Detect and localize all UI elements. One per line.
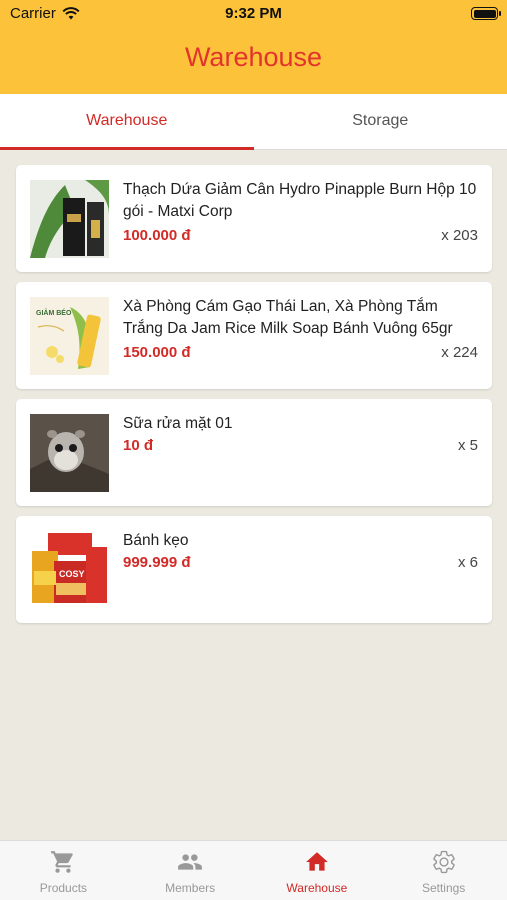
product-name: Bánh kẹo — [123, 532, 189, 549]
tab-storage[interactable]: Storage — [254, 94, 507, 149]
product-quantity: x 6 — [457, 554, 478, 571]
svg-text:COSY: COSY — [59, 569, 85, 579]
product-image: GIẢM BÉO — [30, 297, 109, 375]
product-price: 10 đ — [123, 437, 154, 454]
nav-products[interactable]: Products — [0, 841, 127, 900]
battery-icon — [471, 7, 501, 20]
product-name: Thạch Dứa Giảm Cân Hydro Pinapple Burn H… — [123, 181, 477, 220]
product-quantity: x 5 — [457, 437, 478, 454]
product-image — [30, 414, 109, 492]
product-price: 150.000 đ — [123, 344, 191, 361]
header-bar: Carrier 9:32 PM Warehouse — [0, 0, 507, 94]
clock: 9:32 PM — [225, 5, 282, 22]
tab-warehouse[interactable]: Warehouse — [0, 94, 254, 150]
people-icon — [178, 854, 203, 870]
list-item[interactable]: Thạch Dứa Giảm Cân Hydro Pinapple Burn H… — [16, 165, 492, 272]
nav-members[interactable]: Members — [127, 841, 254, 900]
product-quantity: x 203 — [441, 227, 478, 244]
svg-text:GIẢM BÉO: GIẢM BÉO — [36, 308, 72, 317]
product-image — [30, 180, 109, 258]
product-image: COSY — [30, 531, 109, 609]
bottom-tab-bar: Products Members Warehouse Settings — [0, 840, 507, 900]
product-quantity: x 224 — [441, 344, 478, 361]
nav-label: Members — [165, 881, 216, 895]
page-title: Warehouse — [184, 42, 323, 72]
product-name: Sữa rửa mặt 01 — [123, 415, 233, 432]
cart-icon — [51, 851, 74, 873]
product-list: Thạch Dứa Giảm Cân Hydro Pinapple Burn H… — [16, 165, 492, 633]
tab-bar: Warehouse Storage — [0, 94, 507, 150]
product-name: Xà Phòng Cám Gạo Thái Lan, Xà Phòng Tắm … — [123, 298, 453, 337]
home-icon — [306, 852, 328, 871]
nav-warehouse[interactable]: Warehouse — [254, 841, 381, 900]
nav-settings[interactable]: Settings — [380, 841, 507, 900]
list-item[interactable]: GIẢM BÉO Xà Phòng Cám Gạo Thái Lan, Xà P… — [16, 282, 492, 389]
product-price: 100.000 đ — [123, 227, 191, 244]
list-item[interactable]: COSY Bánh kẹo 999.999 đ x 6 — [16, 516, 492, 623]
list-item[interactable]: Sữa rửa mặt 01 10 đ x 5 — [16, 399, 492, 506]
nav-label: Warehouse — [286, 881, 348, 895]
nav-label: Products — [39, 881, 88, 895]
nav-label: Settings — [421, 881, 466, 895]
product-price: 999.999 đ — [123, 554, 191, 571]
gear-icon — [432, 850, 455, 874]
status-bar: Carrier 9:32 PM — [0, 0, 507, 28]
